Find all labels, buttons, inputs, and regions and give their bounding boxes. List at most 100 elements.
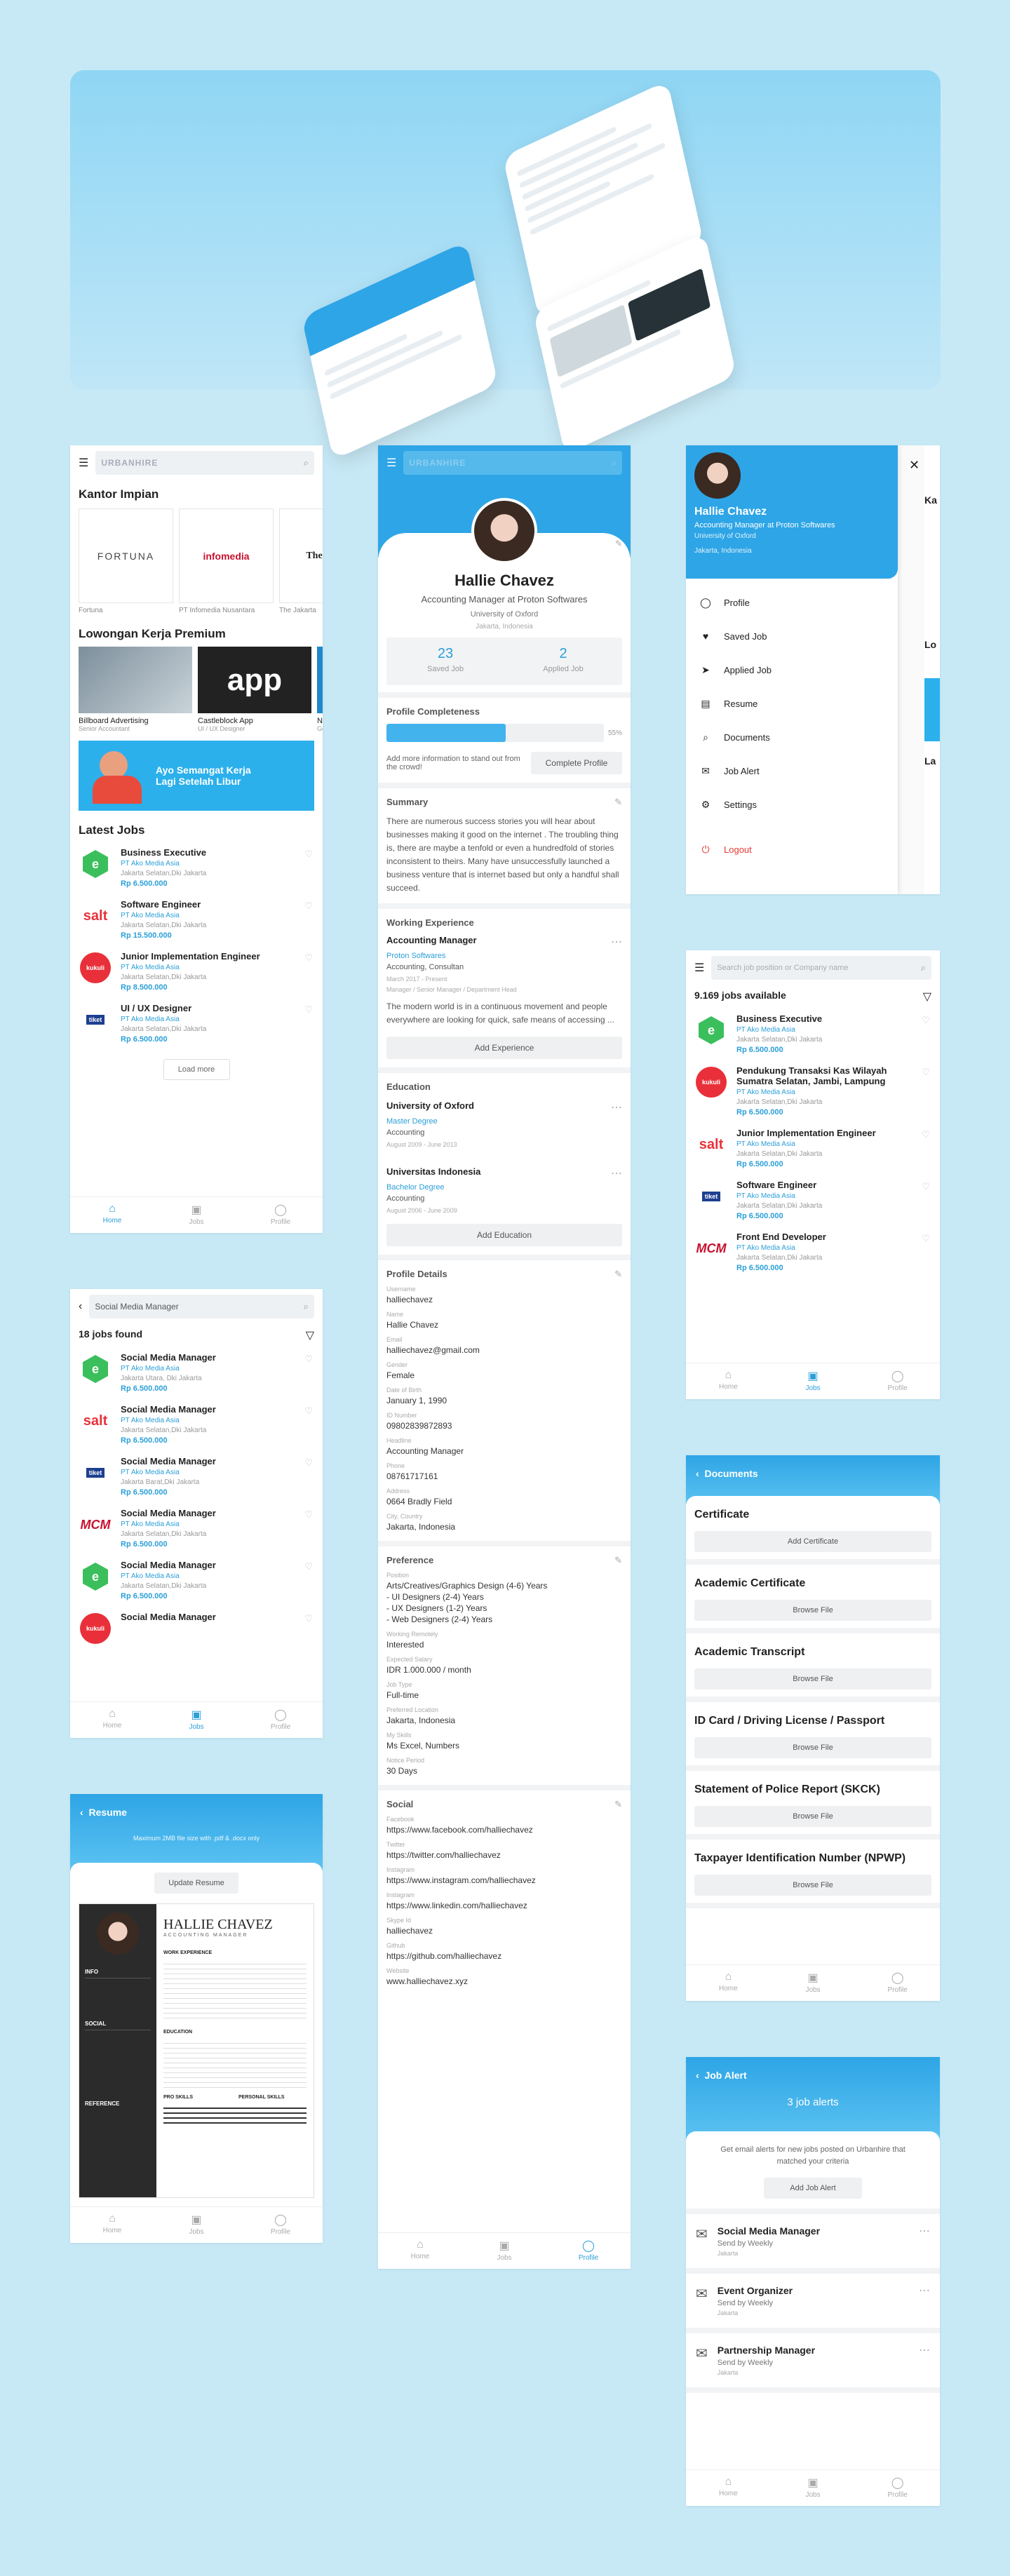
browse-file-button[interactable]: Browse File [694, 1875, 931, 1896]
company-card[interactable]: TheJakar The Jakarta [279, 508, 323, 614]
browse-file-button[interactable]: Browse File [694, 1600, 931, 1621]
more-icon[interactable]: ⋯ [611, 1100, 622, 1114]
update-resume-button[interactable]: Update Resume [154, 1873, 238, 1894]
browse-file-button[interactable]: Browse File [694, 1668, 931, 1690]
complete-profile-button[interactable]: Complete Profile [531, 752, 622, 774]
nav-home[interactable]: ⌂ Home [70, 1702, 154, 1738]
job-card[interactable]: kukuli Social Media Manager ♡ [70, 1606, 323, 1651]
menu-profile[interactable]: ◯ Profile [686, 586, 898, 619]
heart-icon[interactable]: ♡ [304, 1004, 313, 1016]
alert-item[interactable]: ✉ Social Media Manager Send by Weekly Jakar… [686, 2214, 940, 2274]
heart-icon[interactable]: ♡ [304, 1405, 313, 1417]
nav-profile[interactable]: ◯ Profile [855, 1965, 940, 2001]
more-icon[interactable]: ⋯ [919, 2343, 930, 2357]
nav-home[interactable]: ⌂ Home [686, 1965, 771, 2001]
back-icon[interactable]: ‹ [80, 1807, 83, 1818]
nav-home[interactable]: ⌂ Home [70, 2207, 154, 2243]
search-bar[interactable]: URBANHIRE ⌕ [95, 451, 314, 475]
nav-jobs[interactable]: ▣ Jobs [154, 2207, 238, 2243]
nav-jobs[interactable]: ▣ Jobs [154, 1197, 238, 1233]
job-card[interactable]: kukuli Pendukung Transaksi Kas Wilayah Su… [686, 1060, 940, 1122]
nav-profile[interactable]: ◯ Profile [238, 2207, 323, 2243]
heart-icon[interactable]: ♡ [304, 952, 313, 964]
alert-item[interactable]: ✉ Event Organizer Send by Weekly Jakarta ⋯ [686, 2274, 940, 2333]
heart-icon[interactable]: ♡ [922, 1015, 930, 1026]
heart-icon[interactable]: ♡ [304, 1457, 313, 1469]
job-card[interactable]: salt Junior Implementation Engineer PT Ako… [686, 1122, 940, 1174]
heart-icon[interactable]: ♡ [304, 1561, 313, 1572]
nav-home[interactable]: ⌂ Home [378, 2233, 462, 2269]
nav-home[interactable]: ⌂ Home [686, 2470, 771, 2506]
menu-documents[interactable]: ⌕ Documents [686, 720, 898, 754]
company-card[interactable]: FORTUNA Fortuna [79, 508, 173, 614]
job-card[interactable]: e Business Executive PT Ako Media Asia Jaka… [686, 1008, 940, 1060]
heart-icon[interactable]: ♡ [922, 1129, 930, 1140]
filter-icon[interactable]: ▽ [923, 990, 931, 1004]
job-card[interactable]: kukuli Junior Implementation Engineer PT A… [70, 945, 323, 997]
premium-card[interactable]: NaGe [317, 647, 323, 732]
browse-file-button[interactable]: Browse File [694, 1806, 931, 1827]
search-icon[interactable]: ⌕ [612, 457, 617, 468]
search-bar[interactable]: URBANHIRE ⌕ [403, 451, 622, 475]
saved-job-stat[interactable]: 23 Saved Job [386, 638, 504, 685]
nav-jobs[interactable]: ▣ Jobs [771, 1965, 856, 2001]
more-icon[interactable]: ⋯ [611, 1166, 622, 1180]
back-icon[interactable]: ‹ [696, 1468, 699, 1479]
nav-profile[interactable]: ◯ Profile [238, 1702, 323, 1738]
heart-icon[interactable]: ♡ [922, 1067, 930, 1078]
close-icon[interactable]: ✕ [909, 458, 920, 473]
heart-icon[interactable]: ♡ [922, 1181, 930, 1192]
edit-icon[interactable]: ✎ [615, 539, 622, 548]
heart-icon[interactable]: ♡ [304, 1509, 313, 1520]
premium-carousel[interactable]: Billboard Advertising Senior Accountant a… [70, 641, 323, 732]
menu-settings[interactable]: ⚙ Settings [686, 788, 898, 821]
resume-preview[interactable]: INFO SOCIAL REFERENCE HALLIE CHAVEZ ACCO… [79, 1903, 314, 2198]
edit-icon[interactable]: ✎ [614, 1799, 622, 1810]
menu-applied-job[interactable]: ➤ Applied Job [686, 653, 898, 687]
browse-file-button[interactable]: Add Certificate [694, 1531, 931, 1552]
job-card[interactable]: e Business Executive PT Ako Media Asia Jaka… [70, 842, 323, 893]
job-card[interactable]: e Social Media Manager PT Ako Media Asia Ja… [70, 1347, 323, 1398]
nav-home[interactable]: ⌂ Home [686, 1363, 771, 1399]
applied-job-stat[interactable]: 2 Applied Job [504, 638, 622, 685]
heart-icon[interactable]: ♡ [304, 1613, 313, 1624]
menu-resume[interactable]: ▤ Resume [686, 687, 898, 720]
alert-item[interactable]: ✉ Partnership Manager Send by Weekly Jakart… [686, 2333, 940, 2393]
more-icon[interactable]: ⋯ [611, 935, 622, 949]
company-carousel[interactable]: FORTUNA Fortuna infomedia PT Infomedia Nus… [70, 501, 323, 614]
nav-profile[interactable]: ◯ Profile [855, 2470, 940, 2506]
menu-logout[interactable]: ⏻ Logout [686, 832, 898, 866]
nav-home[interactable]: ⌂ Home [70, 1197, 154, 1233]
menu-saved-job[interactable]: ♥ Saved Job [686, 619, 898, 653]
load-more-button[interactable]: Load more [163, 1059, 230, 1080]
nav-jobs[interactable]: ▣ Jobs [771, 1363, 856, 1399]
heart-icon[interactable]: ♡ [304, 1354, 313, 1365]
promo-banner[interactable]: Ayo Semangat Kerja Lagi Setelah Libur [79, 741, 314, 811]
menu-icon[interactable]: ☰ [386, 456, 396, 470]
add-experience-button[interactable]: Add Experience [386, 1037, 622, 1059]
heart-icon[interactable]: ♡ [304, 849, 313, 860]
job-card[interactable]: salt Software Engineer PT Ako Media Asia Ja… [70, 893, 323, 945]
menu-icon[interactable]: ☰ [694, 961, 704, 975]
menu-icon[interactable]: ☰ [79, 456, 88, 470]
search-icon[interactable]: ⌕ [921, 962, 926, 973]
back-icon[interactable]: ‹ [696, 2070, 699, 2081]
more-icon[interactable]: ⋯ [919, 2224, 930, 2238]
nav-profile[interactable]: ◯ Profile [546, 2233, 631, 2269]
heart-icon[interactable]: ♡ [922, 1233, 930, 1244]
menu-job-alert[interactable]: ✉ Job Alert [686, 754, 898, 788]
nav-profile[interactable]: ◯ Profile [238, 1197, 323, 1233]
back-icon[interactable]: ‹ [79, 1300, 82, 1313]
premium-card[interactable]: Billboard Advertising Senior Accountant [79, 647, 192, 732]
browse-file-button[interactable]: Browse File [694, 1737, 931, 1758]
search-input[interactable]: Social Media Manager ⌕ [89, 1295, 314, 1319]
search-icon[interactable]: ⌕ [304, 457, 309, 468]
add-education-button[interactable]: Add Education [386, 1224, 622, 1246]
job-card[interactable]: tiket Social Media Manager PT Ako Media As… [70, 1450, 323, 1502]
edit-icon[interactable]: ✎ [614, 1555, 622, 1566]
job-card[interactable]: e Social Media Manager PT Ako Media Asia Ja… [70, 1554, 323, 1606]
nav-jobs[interactable]: ▣ Jobs [771, 2470, 856, 2506]
edit-icon[interactable]: ✎ [614, 797, 622, 808]
nav-jobs[interactable]: ▣ Jobs [154, 1702, 238, 1738]
job-card[interactable]: tiket Software Engineer PT Ako Media Asia J… [686, 1174, 940, 1226]
